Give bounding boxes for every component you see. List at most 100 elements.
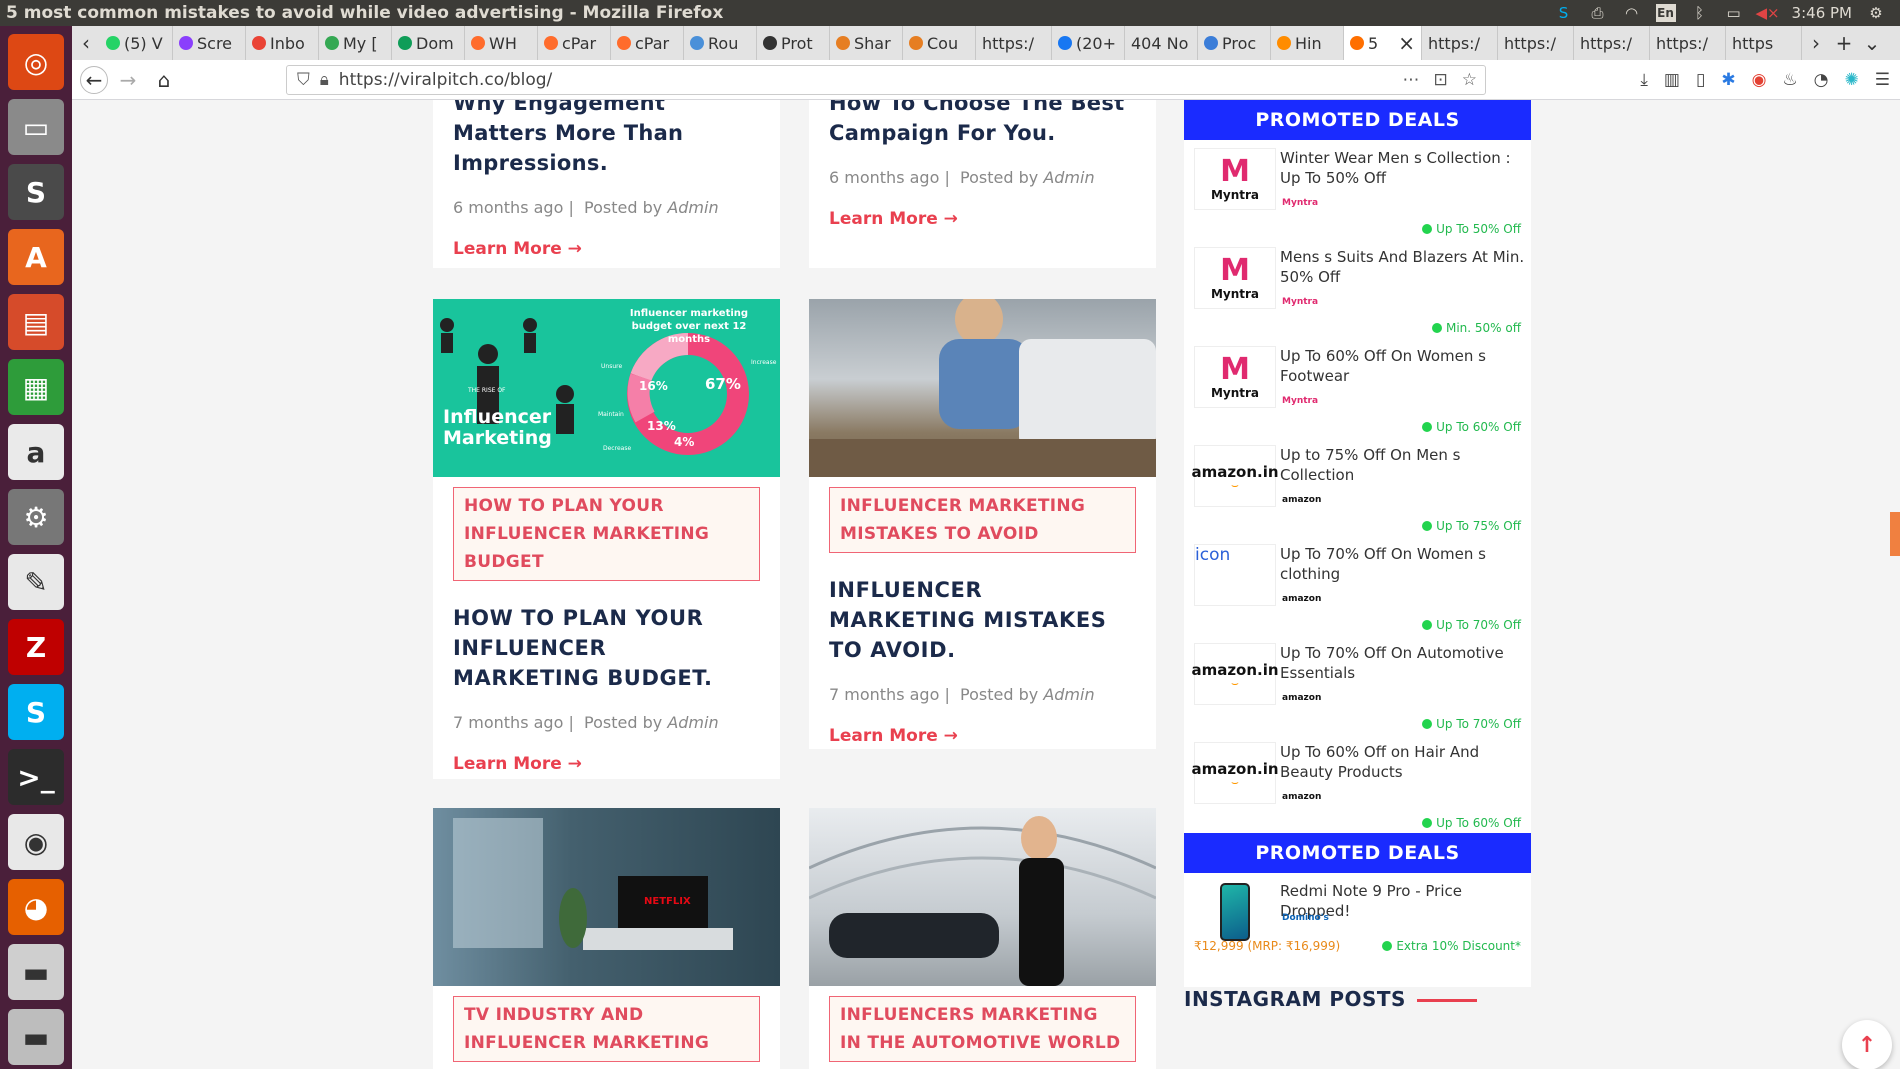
deal-item[interactable]: M Myntra Mens s Suits And Blazers At Min. …: [1184, 239, 1531, 338]
launcher-sublime-icon[interactable]: S: [8, 164, 64, 220]
tracking-shield-icon[interactable]: ⛉: [297, 70, 310, 90]
browser-tab[interactable]: (5) V: [100, 26, 173, 60]
launcher-amazon-icon[interactable]: a: [8, 424, 64, 480]
deal-title[interactable]: Up To 60% Off on Hair And Beauty Product…: [1280, 742, 1525, 782]
keyboard-layout[interactable]: En: [1655, 4, 1676, 22]
clock[interactable]: 3:46 PM: [1792, 4, 1852, 22]
browser-tab[interactable]: Shar: [830, 26, 903, 60]
browser-tab[interactable]: Proc: [1198, 26, 1271, 60]
browser-tab[interactable]: https:/: [1650, 26, 1726, 60]
category-tag[interactable]: INFLUENCERS MARKETING IN THE AUTOMOTIVE …: [829, 996, 1136, 1062]
menu-icon[interactable]: ☰: [1875, 70, 1890, 90]
url-bar[interactable]: ⛉ 🔒︎ https://viralpitch.co/blog/ ⋯ ⊡ ☆: [286, 65, 1486, 95]
deal-item-redmi[interactable]: Redmi Note 9 Pro - Price Dropped! Domino…: [1184, 873, 1531, 965]
learn-more-link[interactable]: Learn More →: [829, 726, 958, 746]
deal-item[interactable]: M Myntra Winter Wear Men s Collection : Up…: [1184, 140, 1531, 239]
browser-tab[interactable]: Cou: [903, 26, 976, 60]
launcher-calc-icon[interactable]: ▦: [8, 359, 64, 415]
blog-card-title[interactable]: HOW TO PLAN YOUR INFLUENCER MARKETING BU…: [453, 603, 760, 693]
launcher-text-editor-icon[interactable]: ✎: [8, 554, 64, 610]
browser-tab[interactable]: Rou: [684, 26, 757, 60]
browser-tab[interactable]: (20+: [1052, 26, 1125, 60]
bookmark-star-icon[interactable]: ☆: [1462, 70, 1477, 90]
deal-item[interactable]: amazon.in ⌣ Up To 70% Off On Automotive Es…: [1184, 635, 1531, 734]
battery-icon[interactable]: ▭: [1724, 4, 1744, 22]
tab-list-dropdown-icon[interactable]: ⌄: [1858, 29, 1886, 57]
blog-card-title[interactable]: How To Choose The Best Campaign For You.: [829, 100, 1136, 148]
account-icon[interactable]: ◔: [1814, 70, 1829, 90]
launcher-ubuntu-dash-icon[interactable]: ◎: [8, 34, 64, 90]
category-tag[interactable]: TV INDUSTRY AND INFLUENCER MARKETING: [453, 996, 760, 1062]
launcher-filezilla-icon[interactable]: Z: [8, 619, 64, 675]
extension-3-icon[interactable]: ✺: [1845, 70, 1859, 90]
close-tab-icon[interactable]: ×: [1398, 31, 1415, 55]
launcher-terminal-icon[interactable]: >_: [8, 749, 64, 805]
edge-tab[interactable]: [1890, 512, 1900, 556]
launcher-software-center-icon[interactable]: A: [8, 229, 64, 285]
printer-icon[interactable]: ⎙: [1588, 4, 1608, 22]
launcher-drive2-icon[interactable]: ▬: [8, 1009, 64, 1065]
downloads-icon[interactable]: ⤓: [1640, 70, 1648, 90]
deal-title[interactable]: Up To 70% Off On Automotive Essentials: [1280, 643, 1525, 683]
launcher-drive-icon[interactable]: ▬: [8, 944, 64, 1000]
browser-tab[interactable]: https:/: [1574, 26, 1650, 60]
woman-laptop-image[interactable]: [809, 299, 1156, 477]
scroll-to-top-button[interactable]: ↑: [1842, 1020, 1892, 1069]
browser-tab[interactable]: cPar: [611, 26, 684, 60]
url-text[interactable]: https://viralpitch.co/blog/: [339, 70, 552, 90]
launcher-files-icon[interactable]: ▭: [8, 99, 64, 155]
browser-tab[interactable]: Scre: [173, 26, 246, 60]
volume-muted-icon[interactable]: ◀×: [1756, 4, 1780, 22]
browser-tab[interactable]: Inbo: [246, 26, 319, 60]
car-woman-image[interactable]: [809, 808, 1156, 986]
browser-tab[interactable]: My [: [319, 26, 392, 60]
browser-tab[interactable]: https: [1726, 26, 1802, 60]
deal-title[interactable]: Up to 75% Off On Men s Collection: [1280, 445, 1525, 485]
browser-tab[interactable]: Prot: [757, 26, 830, 60]
library-icon[interactable]: ▥: [1664, 70, 1680, 90]
chrome-extension-icon[interactable]: ◉: [1752, 70, 1767, 90]
pocket-icon[interactable]: ⊡: [1434, 70, 1448, 90]
tabs-scroll-left-icon[interactable]: ‹: [72, 29, 100, 57]
influencer-budget-image[interactable]: Influencer marketing budget over next 12…: [433, 299, 780, 477]
launcher-firefox-icon[interactable]: ◕: [8, 879, 64, 935]
wifi-icon[interactable]: ◠: [1622, 4, 1642, 22]
launcher-chrome-icon[interactable]: ◉: [8, 814, 64, 870]
deal-title[interactable]: Winter Wear Men s Collection : Up To 50%…: [1280, 148, 1525, 188]
browser-tab[interactable]: cPar: [538, 26, 611, 60]
category-tag[interactable]: HOW TO PLAN YOUR INFLUENCER MARKETING BU…: [453, 487, 760, 581]
learn-more-link[interactable]: Learn More →: [453, 754, 582, 774]
browser-tab[interactable]: Hin: [1271, 26, 1344, 60]
launcher-settings-icon[interactable]: ⚙: [8, 489, 64, 545]
forward-icon[interactable]: →: [114, 66, 142, 94]
tabs-scroll-right-icon[interactable]: ›: [1802, 29, 1830, 57]
sidebar-icon[interactable]: ▯: [1696, 70, 1705, 90]
page-actions-icon[interactable]: ⋯: [1403, 70, 1420, 90]
browser-tab[interactable]: WH: [465, 26, 538, 60]
extension-icon[interactable]: ✱: [1721, 70, 1735, 90]
tv-room-image[interactable]: NETFLIX: [433, 808, 780, 986]
blog-card-title[interactable]: Why Engagement Matters More Than Impress…: [453, 100, 760, 178]
deal-title[interactable]: Up To 70% Off On Women s clothing: [1280, 544, 1525, 584]
launcher-impress-icon[interactable]: ▤: [8, 294, 64, 350]
lock-icon[interactable]: 🔒︎: [320, 70, 329, 90]
blog-card-title[interactable]: INFLUENCER MARKETING MISTAKES TO AVOID.: [829, 575, 1136, 665]
learn-more-link[interactable]: Learn More →: [453, 239, 582, 259]
browser-tab[interactable]: 404 No: [1125, 26, 1198, 60]
browser-tab[interactable]: https:/: [1422, 26, 1498, 60]
browser-tab[interactable]: https:/: [1498, 26, 1574, 60]
launcher-skype-icon[interactable]: S: [8, 684, 64, 740]
extension-2-icon[interactable]: ♨: [1782, 70, 1797, 90]
bluetooth-icon[interactable]: ᛒ: [1690, 4, 1710, 22]
browser-tab[interactable]: 5 ×: [1344, 26, 1422, 60]
power-gear-icon[interactable]: ⚙: [1866, 4, 1886, 22]
deal-item[interactable]: amazon.in ⌣ Up to 75% Off On Men s Collect…: [1184, 437, 1531, 536]
deal-title[interactable]: Up To 60% Off On Women s Footwear: [1280, 346, 1525, 386]
deal-item[interactable]: icon Up To 70% Off On Women s clothing ama…: [1184, 536, 1531, 635]
back-icon[interactable]: ←: [80, 65, 108, 94]
category-tag[interactable]: INFLUENCER MARKETING MISTAKES TO AVOID: [829, 487, 1136, 553]
new-tab-icon[interactable]: +: [1830, 29, 1858, 57]
browser-tab[interactable]: https:/: [976, 26, 1052, 60]
deal-item[interactable]: amazon.in ⌣ Up To 60% Off on Hair And Beau…: [1184, 734, 1531, 833]
home-icon[interactable]: ⌂: [150, 66, 178, 94]
